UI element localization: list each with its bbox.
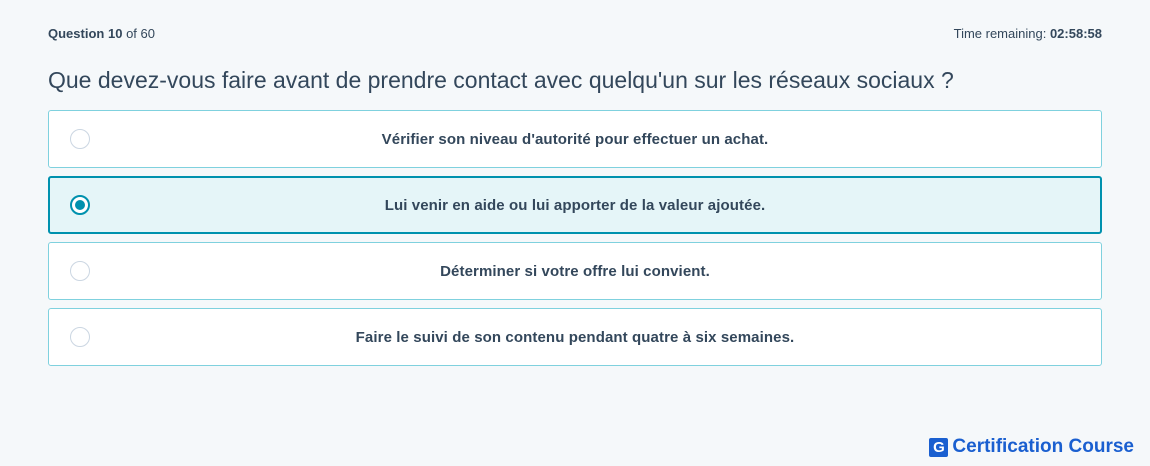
timer-value: 02:58:58 [1049, 25, 1102, 41]
question-number: 10 [107, 25, 123, 41]
quiz-header: Question 10 of 60 Time remaining: 02:58:… [48, 24, 1102, 42]
brand-logo-letter: G [933, 438, 945, 456]
radio-button[interactable] [70, 261, 90, 281]
question-counter: Question 10 of 60 [48, 26, 155, 41]
radio-button[interactable] [70, 129, 90, 149]
brand-name: Certification Course [952, 436, 1134, 457]
quiz-page: Question 10 of 60 Time remaining: 02:58:… [0, 0, 1150, 466]
radio-button-selected[interactable] [70, 195, 90, 215]
question-label: Question [48, 25, 105, 41]
timer: Time remaining: 02:58:58 [954, 26, 1102, 41]
answer-label: Déterminer si votre offre lui convient. [440, 262, 710, 280]
question-text: Que devez-vous faire avant de prendre co… [48, 67, 954, 93]
timer-label: Time remaining: [953, 25, 1047, 41]
radio-button[interactable] [70, 327, 90, 347]
answer-label: Lui venir en aide ou lui apporter de la … [384, 196, 766, 214]
answer-label: Faire le suivi de son contenu pendant qu… [355, 328, 795, 346]
answer-options: Vérifier son niveau d'autorité pour effe… [48, 110, 1102, 374]
answer-option-1[interactable]: Vérifier son niveau d'autorité pour effe… [48, 110, 1102, 168]
answer-option-4[interactable]: Faire le suivi de son contenu pendant qu… [48, 308, 1102, 366]
answer-option-3[interactable]: Déterminer si votre offre lui convient. [48, 242, 1102, 300]
answer-option-2[interactable]: Lui venir en aide ou lui apporter de la … [48, 176, 1102, 234]
question-total: of 60 [126, 25, 155, 41]
brand-watermark: G Certification Course [929, 436, 1134, 458]
brand-logo-icon: G [929, 437, 949, 457]
answer-label: Vérifier son niveau d'autorité pour effe… [381, 130, 769, 148]
